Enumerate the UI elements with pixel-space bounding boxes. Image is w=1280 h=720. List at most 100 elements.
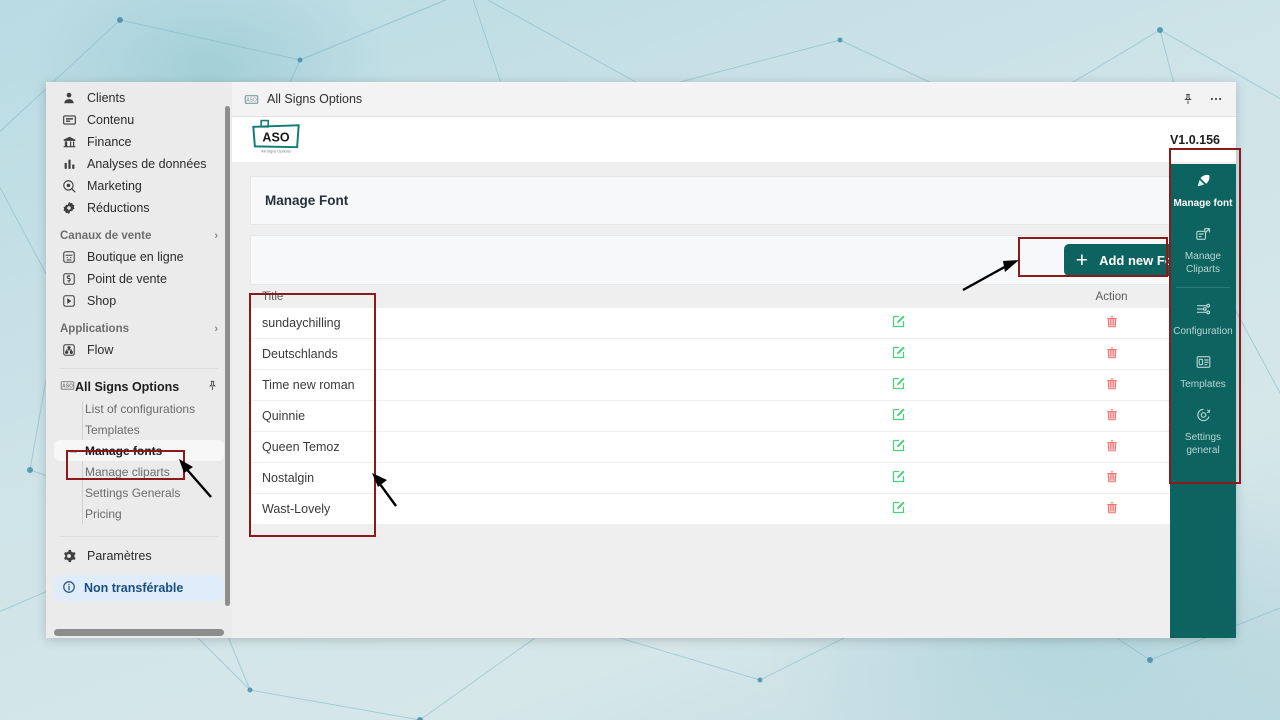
table-row[interactable]: Nostalgin [250, 462, 1218, 494]
font-title-cell: Deutschlands [250, 338, 793, 370]
chevron-right-icon: › [214, 230, 218, 242]
bank-icon [60, 134, 78, 150]
fonts-table-wrapper: Title Action sundaychilling Deutschlands… [250, 285, 1218, 525]
trash-icon[interactable] [1105, 469, 1119, 484]
edit-icon[interactable] [891, 345, 906, 360]
sidebar-horizontal-scrollbar[interactable] [54, 629, 224, 636]
sidebar-item-flow[interactable]: Flow [54, 339, 224, 361]
font-title-cell: Wast-Lovely [250, 493, 793, 525]
sidebar-item-all-signs-options[interactable]: ASO All Signs Options [54, 376, 224, 398]
sidebar-item-templates[interactable]: Templates [54, 419, 224, 440]
pin-icon[interactable] [207, 379, 218, 395]
sidebar-item-marketing[interactable]: Marketing [54, 175, 224, 197]
sidebar-item-settings-generals[interactable]: Settings Generals [54, 482, 224, 503]
trash-icon[interactable] [1105, 376, 1119, 391]
sidebar-item-clients[interactable]: Clients [54, 87, 224, 109]
pin-icon[interactable] [1182, 92, 1194, 106]
edit-icon[interactable] [891, 376, 906, 391]
sidebar-item-boutique-en-ligne[interactable]: Boutique en ligne [54, 246, 224, 268]
sidebar-item-label: Boutique en ligne [87, 250, 184, 264]
sidebar-item-analyses-de-donnees[interactable]: Analyses de données [54, 153, 224, 175]
edit-cell[interactable] [792, 400, 1006, 432]
sidebar-item-contenu[interactable]: Contenu [54, 109, 224, 131]
svg-text:ASO: ASO [262, 131, 289, 145]
table-row[interactable]: Deutschlands [250, 338, 1218, 370]
edit-icon[interactable] [891, 314, 906, 329]
column-header-title: Title [250, 285, 793, 308]
aso-app-icon: ASO [60, 379, 75, 395]
edit-icon[interactable] [891, 469, 906, 484]
sidebar-item-shop[interactable]: Shop [54, 290, 224, 312]
non-transferable-notice[interactable]: Non transférable [54, 575, 224, 601]
table-row[interactable]: Time new roman [250, 369, 1218, 401]
rail-item-settings-general[interactable]: Settings general [1170, 398, 1236, 464]
table-row[interactable]: Queen Temoz [250, 431, 1218, 463]
app-brandbar: ASO All Signs Options V1.0.156 [232, 117, 1236, 163]
table-row[interactable]: sundaychilling [250, 308, 1218, 339]
sidebar-item-label: Réductions [87, 201, 150, 215]
discount-icon [60, 200, 78, 216]
marketing-icon [60, 178, 78, 194]
edit-cell[interactable] [792, 431, 1006, 463]
right-rail: Manage font Manage Cliparts Configuratio… [1170, 164, 1236, 638]
person-icon [60, 90, 78, 106]
font-title-cell: Queen Temoz [250, 431, 793, 463]
sidebar-item-finance[interactable]: Finance [54, 131, 224, 153]
edit-cell[interactable] [792, 462, 1006, 494]
aso-tab-icon: ASO [244, 93, 259, 106]
sidebar-item-manage-fonts[interactable]: Manage fonts [54, 440, 224, 461]
trash-icon[interactable] [1105, 314, 1119, 329]
table-row[interactable]: Wast-Lovely [250, 493, 1218, 525]
trash-icon[interactable] [1105, 407, 1119, 422]
sidebar-item-reductions[interactable]: Réductions [54, 197, 224, 219]
storefront-icon [60, 249, 78, 265]
sidebar-item-point-de-vente[interactable]: Point de vente [54, 268, 224, 290]
edit-cell[interactable] [792, 308, 1006, 339]
font-title-cell: sundaychilling [250, 308, 793, 339]
sidebar-sub-label: Pricing [85, 506, 122, 521]
manage-font-card: Manage Font [250, 176, 1218, 225]
edit-cell[interactable] [792, 338, 1006, 370]
sidebar-item-label: Analyses de données [87, 157, 207, 171]
rail-item-configuration[interactable]: Configuration [1170, 292, 1236, 345]
sidebar-item-manage-cliparts[interactable]: Manage cliparts [54, 461, 224, 482]
sliders-icon [1172, 301, 1234, 322]
sidebar-item-label: Finance [87, 135, 132, 149]
sidebar-sub-label: List of configurations [85, 401, 196, 416]
edit-cell[interactable] [792, 493, 1006, 525]
gear-icon [60, 548, 78, 564]
rail-item-manage-font[interactable]: Manage font [1170, 164, 1236, 217]
trash-icon[interactable] [1105, 438, 1119, 453]
notice-label: Non transférable [84, 581, 184, 595]
trash-icon[interactable] [1105, 345, 1119, 360]
sidebar-vertical-scrollbar[interactable] [225, 106, 230, 606]
font-title-cell: Quinnie [250, 400, 793, 432]
sidebar-item-parametres[interactable]: Paramètres [54, 545, 224, 567]
edit-icon[interactable] [891, 500, 906, 515]
sidebar-sub-label: Manage fonts [85, 443, 163, 458]
sidebar-item-list-of-configurations[interactable]: List of configurations [54, 398, 224, 419]
rail-item-templates[interactable]: Templates [1170, 345, 1236, 398]
fonts-table-body: sundaychilling Deutschlands Time new rom [250, 308, 1218, 525]
more-horizontal-icon[interactable] [1208, 92, 1224, 106]
sidebar: Clients Contenu Finance Analyses de donn… [46, 82, 232, 638]
rail-item-label: Settings general [1184, 432, 1222, 456]
edit-cell[interactable] [792, 369, 1006, 401]
page-title: Manage Font [265, 193, 349, 208]
version-label: V1.0.156 [1169, 132, 1220, 147]
rail-item-manage-cliparts[interactable]: Manage Cliparts [1170, 217, 1236, 283]
edit-icon[interactable] [891, 407, 906, 422]
sidebar-section-canaux-de-vente[interactable]: Canaux de vente › [60, 230, 218, 242]
svg-text:ASO: ASO [62, 383, 73, 389]
fonts-table: Title Action sundaychilling Deutschlands… [250, 285, 1218, 525]
sidebar-sub-label: Settings Generals [85, 485, 181, 500]
table-row[interactable]: Quinnie [250, 400, 1218, 432]
rail-item-label: Manage font [1173, 198, 1233, 209]
sidebar-section-applications[interactable]: Applications › [60, 323, 218, 335]
edit-icon[interactable] [891, 438, 906, 453]
sidebar-item-label: All Signs Options [75, 380, 180, 394]
trash-icon[interactable] [1105, 500, 1119, 515]
flow-icon [60, 342, 78, 358]
sidebar-item-pricing[interactable]: Pricing [54, 503, 224, 524]
column-header-blank [792, 285, 1006, 308]
